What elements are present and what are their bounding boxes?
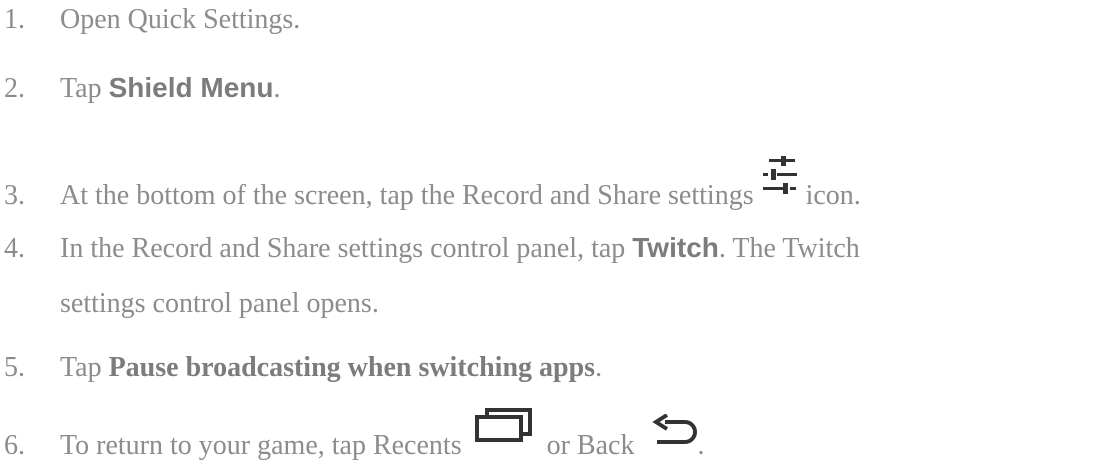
step-number: 4. [4,233,25,264]
step-prefix: In the Record and Share settings control… [60,233,633,264]
step-3: 3. At the bottom of the screen, tap the R… [0,156,861,212]
step-suffix: . The Twitch [718,233,860,264]
pause-broadcasting-label: Pause broadcasting when switching apps [108,352,596,383]
step-prefix: To return to your game, tap Recents [60,430,469,461]
step-prefix: Tap [60,73,109,104]
twitch-label: Twitch [632,232,719,263]
back-icon [651,414,698,446]
step-number: 2. [4,73,25,104]
step-text: Open Quick Settings. [60,4,301,35]
step-suffix: . [273,73,281,104]
step-4-continuation: settings control panel opens. [60,288,379,319]
step-number: 3. [4,180,25,211]
step-number: 6. [4,430,25,461]
step-6: 6. To return to your game, tap Recents or… [0,408,705,462]
step-middle: or Back [532,430,642,461]
recents-icon [474,408,533,442]
step-suffix: icon. [798,180,861,211]
step-prefix: At the bottom of the screen, tap the Rec… [60,180,761,211]
step-number: 5. [4,352,25,383]
step-number: 1. [4,4,25,35]
step-prefix: Tap [60,352,109,383]
shield-menu-label: Shield Menu [108,72,274,103]
step-2: 2. Tap Shield Menu. [0,72,280,105]
step-5: 5. Tap Pause broadcasting when switching … [0,352,602,384]
step-1: 1. Open Quick Settings. [0,4,300,36]
sliders-icon [761,156,799,196]
step-suffix: . [595,352,603,383]
step-4: 4. In the Record and Share settings contr… [0,232,860,265]
step-suffix: . [697,430,705,461]
